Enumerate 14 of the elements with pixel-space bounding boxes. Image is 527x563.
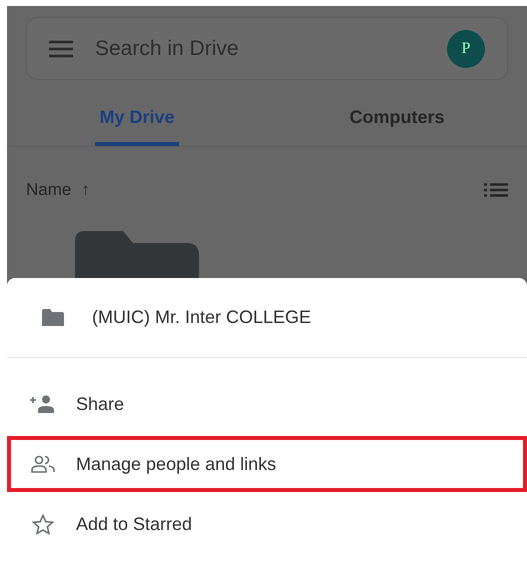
star-icon	[32, 514, 54, 534]
add-person-icon	[30, 395, 56, 413]
folder-icon	[42, 309, 64, 326]
search-bar[interactable]: Search in Drive P	[26, 17, 508, 80]
avatar[interactable]: P	[447, 30, 485, 68]
menu-icon[interactable]	[49, 40, 73, 58]
menu-item[interactable]: Add to Starred	[7, 496, 527, 552]
menu-item[interactable]: Share	[7, 376, 527, 432]
people-icon	[31, 455, 55, 473]
search-placeholder: Search in Drive	[95, 36, 240, 62]
folder-name: (MUIC) Mr. Inter COLLEGE	[92, 306, 312, 329]
menu-item[interactable]: Manage people and links	[7, 436, 527, 492]
list-view-icon[interactable]	[484, 182, 508, 196]
folder-icon[interactable]	[75, 231, 199, 278]
